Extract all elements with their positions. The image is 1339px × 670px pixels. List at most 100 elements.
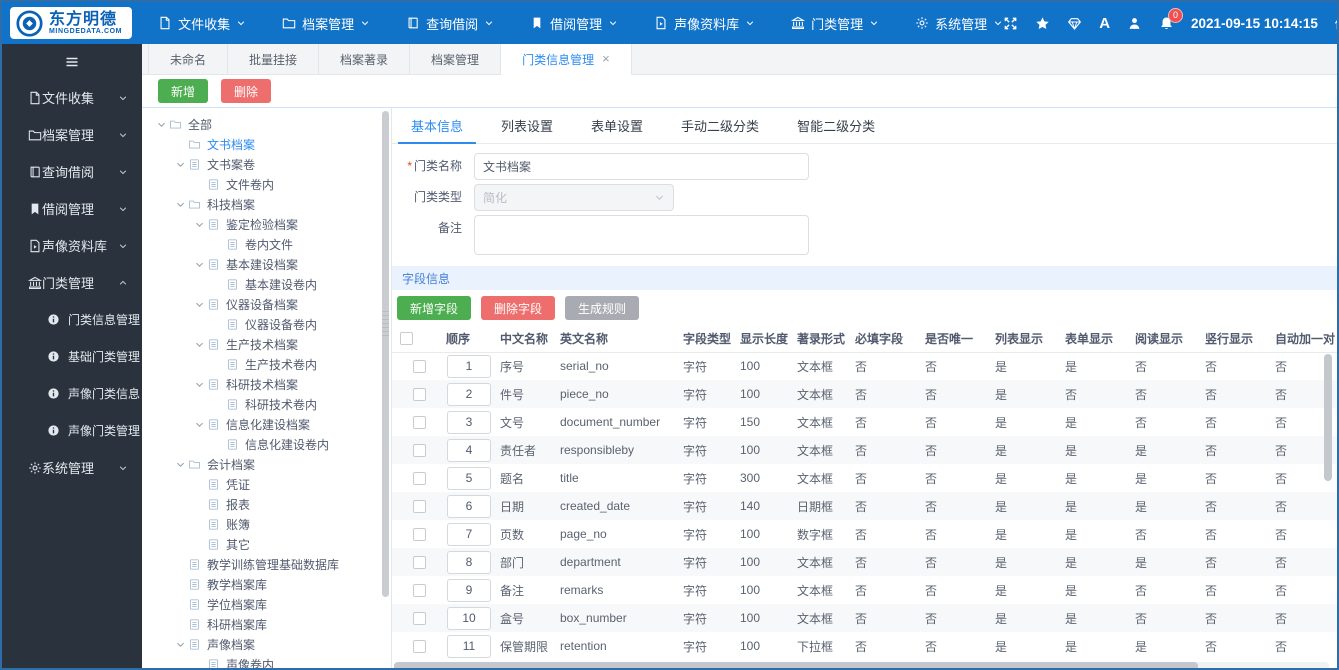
document-tab-3[interactable]: 档案管理 xyxy=(410,44,502,74)
gem-icon[interactable] xyxy=(1067,16,1082,31)
sidebar-item-1[interactable]: 档案管理 xyxy=(2,116,142,153)
sidebar-item-0[interactable]: 文件收集 xyxy=(2,79,142,116)
chevron-down-icon[interactable] xyxy=(173,459,187,470)
order-input[interactable] xyxy=(447,550,491,574)
row-checkbox[interactable] xyxy=(412,500,426,514)
category-type-select[interactable]: 简化 xyxy=(474,184,674,211)
category-name-input[interactable] xyxy=(474,153,809,180)
chevron-down-icon[interactable] xyxy=(192,339,206,350)
tree-node-12[interactable]: 生产技术卷内 xyxy=(142,354,391,374)
row-checkbox[interactable] xyxy=(412,388,426,402)
font-size-icon[interactable]: A xyxy=(1099,16,1110,31)
top-menu-item-0[interactable]: 文件收集 xyxy=(158,14,246,33)
row-checkbox[interactable] xyxy=(412,528,426,542)
detail-tab-3[interactable]: 手动二级分类 xyxy=(662,108,778,143)
row-checkbox[interactable] xyxy=(412,416,426,430)
sidebar-item-5[interactable]: 门类管理 xyxy=(2,264,142,301)
add-field-button[interactable]: 新增字段 xyxy=(397,296,472,320)
tree-node-13[interactable]: 科研技术档案 xyxy=(142,374,391,394)
tree-node-18[interactable]: 凭证 xyxy=(142,474,391,494)
close-icon[interactable]: × xyxy=(602,52,610,65)
favorite-star-icon[interactable] xyxy=(1035,16,1050,31)
order-input[interactable] xyxy=(447,382,491,406)
chevron-down-icon[interactable] xyxy=(192,219,206,230)
tree-node-17[interactable]: 会计档案 xyxy=(142,454,391,474)
order-input[interactable] xyxy=(447,410,491,434)
tree-node-27[interactable]: 声像卷内 xyxy=(142,654,391,668)
row-checkbox[interactable] xyxy=(412,472,426,486)
sidebar-subitem-0[interactable]: 门类信息管理 xyxy=(2,301,142,338)
table-vertical-scrollbar[interactable] xyxy=(1324,354,1332,481)
document-tab-0[interactable]: 未命名 xyxy=(148,44,229,74)
order-input[interactable] xyxy=(447,578,491,602)
chevron-down-icon[interactable] xyxy=(192,299,206,310)
tree-node-16[interactable]: 信息化建设卷内 xyxy=(142,434,391,454)
tree-node-26[interactable]: 声像档案 xyxy=(142,634,391,654)
row-checkbox[interactable] xyxy=(412,612,426,626)
tree-node-3[interactable]: 文件卷内 xyxy=(142,174,391,194)
tree-node-20[interactable]: 账簿 xyxy=(142,514,391,534)
sidebar-item-2[interactable]: 查询借阅 xyxy=(2,153,142,190)
sidebar-item-6[interactable]: 系统管理 xyxy=(2,449,142,486)
chevron-down-icon[interactable] xyxy=(192,379,206,390)
order-input[interactable] xyxy=(447,634,491,658)
top-menu-item-4[interactable]: 声像资料库 xyxy=(654,14,755,33)
row-checkbox[interactable] xyxy=(412,444,426,458)
top-menu-item-2[interactable]: 查询借阅 xyxy=(406,14,494,33)
delete-button[interactable]: 删除 xyxy=(221,79,272,103)
order-input[interactable] xyxy=(447,522,491,546)
tree-node-22[interactable]: 教学训练管理基础数据库 xyxy=(142,554,391,574)
tree-node-5[interactable]: 鉴定检验档案 xyxy=(142,214,391,234)
notification-bell-icon[interactable]: 0 xyxy=(1159,7,1184,31)
user-icon[interactable] xyxy=(1127,16,1142,31)
row-checkbox[interactable] xyxy=(412,556,426,570)
order-input[interactable] xyxy=(447,494,491,518)
top-menu-item-5[interactable]: 门类管理 xyxy=(791,14,879,33)
tree-node-0[interactable]: 全部 xyxy=(142,114,391,134)
tree-node-23[interactable]: 教学档案库 xyxy=(142,574,391,594)
row-checkbox[interactable] xyxy=(412,360,426,374)
document-tab-1[interactable]: 批量挂接 xyxy=(228,44,320,74)
tree-scrollbar[interactable] xyxy=(382,111,389,597)
sidebar-subitem-3[interactable]: 声像门类管理 xyxy=(2,412,142,449)
table-horizontal-scrollbar[interactable] xyxy=(394,662,1329,668)
sidebar-subitem-2[interactable]: 声像门类信息 xyxy=(2,375,142,412)
tree-node-8[interactable]: 基本建设卷内 xyxy=(142,274,391,294)
chevron-down-icon[interactable] xyxy=(173,199,187,210)
tree-node-15[interactable]: 信息化建设档案 xyxy=(142,414,391,434)
top-menu-item-3[interactable]: 借阅管理 xyxy=(530,14,618,33)
sidebar-collapse-button[interactable] xyxy=(2,44,142,79)
detail-tab-4[interactable]: 智能二级分类 xyxy=(778,108,894,143)
tree-node-24[interactable]: 学位档案库 xyxy=(142,594,391,614)
detail-tab-1[interactable]: 列表设置 xyxy=(482,108,572,143)
detail-tab-0[interactable]: 基本信息 xyxy=(392,108,482,144)
tree-node-1[interactable]: 文书档案 xyxy=(142,134,391,154)
row-checkbox[interactable] xyxy=(412,640,426,654)
fullscreen-icon[interactable] xyxy=(1003,16,1018,31)
chevron-down-icon[interactable] xyxy=(173,639,187,650)
add-button[interactable]: 新增 xyxy=(158,79,209,103)
document-tab-2[interactable]: 档案著录 xyxy=(319,44,411,74)
tree-node-10[interactable]: 仪器设备卷内 xyxy=(142,314,391,334)
delete-field-button[interactable]: 删除字段 xyxy=(481,296,556,320)
order-input[interactable] xyxy=(447,466,491,490)
tree-node-2[interactable]: 文书案卷 xyxy=(142,154,391,174)
tree-node-6[interactable]: 卷内文件 xyxy=(142,234,391,254)
sidebar-item-4[interactable]: 声像资料库 xyxy=(2,227,142,264)
top-menu-item-1[interactable]: 档案管理 xyxy=(282,14,370,33)
select-all-checkbox[interactable] xyxy=(400,332,413,346)
sidebar-item-3[interactable]: 借阅管理 xyxy=(2,190,142,227)
chevron-down-icon[interactable] xyxy=(173,159,187,170)
chevron-down-icon[interactable] xyxy=(154,119,168,130)
sidebar-subitem-1[interactable]: 基础门类管理 xyxy=(2,338,142,375)
generate-rule-button[interactable]: 生成规则 xyxy=(565,296,640,320)
tree-node-11[interactable]: 生产技术档案 xyxy=(142,334,391,354)
tree-node-19[interactable]: 报表 xyxy=(142,494,391,514)
order-input[interactable] xyxy=(447,354,491,378)
row-checkbox[interactable] xyxy=(412,584,426,598)
tree-node-21[interactable]: 其它 xyxy=(142,534,391,554)
detail-tab-2[interactable]: 表单设置 xyxy=(572,108,662,143)
chevron-down-icon[interactable] xyxy=(192,419,206,430)
tree-node-14[interactable]: 科研技术卷内 xyxy=(142,394,391,414)
chevron-down-icon[interactable] xyxy=(192,259,206,270)
